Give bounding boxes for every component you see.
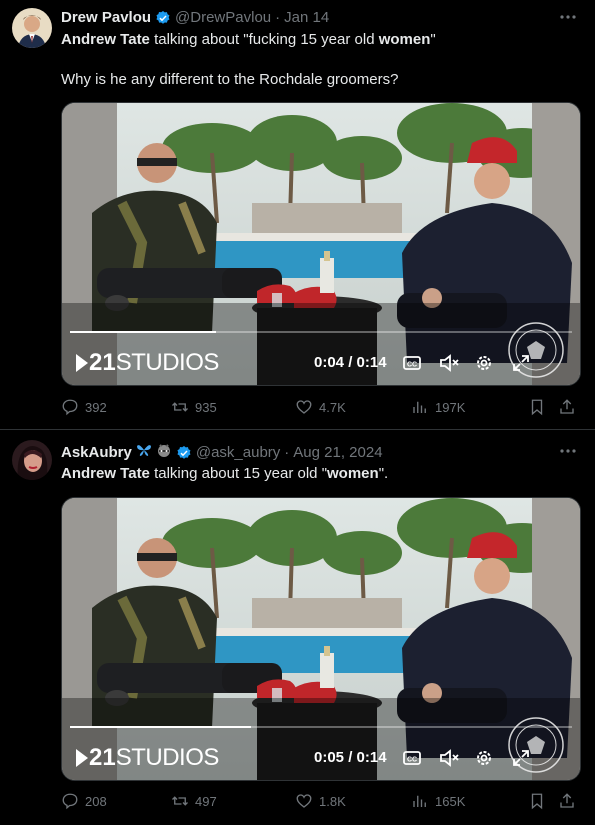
- reply-count: 392: [85, 399, 107, 415]
- video-frame: [62, 103, 580, 385]
- logo-number: 21: [89, 744, 116, 771]
- settings-icon[interactable]: [475, 749, 493, 772]
- cc-icon[interactable]: CC: [403, 355, 421, 376]
- separator-dot: ·: [275, 9, 281, 26]
- verified-badge-icon: [155, 10, 171, 26]
- video-time: 0:04 / 0:14: [314, 354, 387, 371]
- author-name[interactable]: AskAubry: [61, 444, 132, 462]
- raccoon-icon: [156, 442, 172, 463]
- tweet-text: Andrew Tate talking about 15 year old "w…: [61, 464, 581, 484]
- repost-icon: [172, 402, 188, 412]
- like-button[interactable]: 1.8K: [295, 792, 346, 810]
- video-progress-fill: [70, 726, 251, 728]
- video-progress-fill: [70, 331, 216, 333]
- repost-icon: [172, 796, 188, 806]
- mention-bold: Andrew Tate: [61, 31, 150, 48]
- tweet-actions: 208 497 1.8K 165K: [61, 792, 581, 812]
- author-handle[interactable]: @DrewPavlou: [175, 9, 271, 27]
- more-icon[interactable]: [559, 442, 577, 465]
- reply-icon: [62, 793, 78, 810]
- avatar[interactable]: [12, 8, 52, 48]
- author-handle[interactable]: @ask_aubry: [196, 444, 280, 462]
- tweet-text-line-1: Andrew Tate talking about "fucking 15 ye…: [61, 30, 581, 50]
- tweet-text-line-1: Andrew Tate talking about 15 year old "w…: [61, 464, 581, 484]
- cc-icon[interactable]: CC: [403, 750, 421, 771]
- views-button[interactable]: 165K: [411, 792, 465, 810]
- svg-text:CC: CC: [407, 757, 417, 764]
- bookmark-icon: [531, 399, 543, 416]
- reply-button[interactable]: 392: [61, 398, 107, 416]
- views-icon: [413, 401, 426, 413]
- like-icon: [296, 794, 312, 808]
- fullscreen-icon[interactable]: [512, 354, 530, 377]
- video-logo: 21 STUDIOS: [76, 744, 219, 772]
- like-count: 4.7K: [319, 399, 346, 415]
- like-icon: [296, 400, 312, 414]
- reply-icon: [62, 399, 78, 416]
- tweet-date[interactable]: Jan 14: [284, 9, 329, 27]
- views-icon: [413, 795, 426, 807]
- butterfly-icon: [136, 442, 152, 463]
- verified-badge-icon: [176, 445, 192, 461]
- mute-icon[interactable]: [439, 749, 459, 772]
- view-count: 197K: [435, 399, 466, 415]
- bookmark-button[interactable]: [528, 792, 546, 810]
- repost-button[interactable]: 497: [171, 792, 217, 810]
- tweet-text-line-2: Why is he any different to the Rochdale …: [61, 71, 399, 88]
- tweet-text: Andrew Tate talking about "fucking 15 ye…: [61, 30, 581, 90]
- author-name[interactable]: Drew Pavlou: [61, 9, 151, 27]
- share-button[interactable]: [558, 792, 576, 810]
- text-segment: talking about "fucking 15 year old: [149, 31, 379, 48]
- mute-icon[interactable]: [439, 354, 459, 377]
- tweet-date[interactable]: Aug 21, 2024: [293, 444, 382, 462]
- tweet-1[interactable]: Drew Pavlou @DrewPavlou · Jan 14 Andrew …: [0, 0, 595, 430]
- logo-text: STUDIOS: [115, 349, 220, 376]
- views-button[interactable]: 197K: [411, 398, 465, 416]
- video-player[interactable]: 21 STUDIOS 0:04 / 0:14 CC: [61, 102, 581, 386]
- separator-dot: ·: [284, 443, 290, 461]
- tweet-actions: 392 935 4.7K 197K: [61, 398, 581, 418]
- svg-text:CC: CC: [407, 362, 417, 369]
- tweet-header: Drew Pavlou @DrewPavlou · Jan 14: [61, 9, 329, 27]
- logo-number: 21: [89, 349, 116, 376]
- video-time: 0:05 / 0:14: [314, 749, 387, 766]
- like-count: 1.8K: [319, 793, 346, 809]
- video-progress-track[interactable]: [70, 331, 572, 333]
- bookmark-icon: [531, 793, 543, 810]
- fullscreen-icon[interactable]: [512, 749, 530, 772]
- view-count: 165K: [435, 793, 466, 809]
- play-icon[interactable]: [76, 749, 88, 767]
- repost-count: 497: [195, 793, 217, 809]
- reply-count: 208: [85, 793, 107, 809]
- share-icon: [560, 793, 574, 808]
- play-icon[interactable]: [76, 354, 88, 372]
- video-logo: 21 STUDIOS: [76, 349, 219, 377]
- text-segment: ": [430, 31, 436, 48]
- text-bold: women: [378, 31, 431, 48]
- share-button[interactable]: [558, 398, 576, 416]
- video-player[interactable]: 21 STUDIOS 0:05 / 0:14 CC: [61, 497, 581, 781]
- more-icon[interactable]: [559, 8, 577, 31]
- text-segment: ".: [378, 465, 389, 482]
- logo-text: STUDIOS: [115, 744, 220, 771]
- video-frame: [62, 498, 580, 780]
- tweet-2[interactable]: AskAubry @ask_aubry · Aug 21, 2024 Andre…: [0, 430, 595, 825]
- avatar[interactable]: [12, 440, 52, 480]
- reply-button[interactable]: 208: [61, 792, 107, 810]
- text-bold: women: [327, 465, 379, 482]
- video-progress-track[interactable]: [70, 726, 572, 728]
- mention-bold: Andrew Tate: [61, 465, 150, 482]
- repost-button[interactable]: 935: [171, 398, 217, 416]
- share-icon: [560, 399, 574, 414]
- tweet-header: AskAubry @ask_aubry · Aug 21, 2024: [61, 442, 383, 463]
- bookmark-button[interactable]: [528, 398, 546, 416]
- repost-count: 935: [195, 399, 217, 415]
- like-button[interactable]: 4.7K: [295, 398, 346, 416]
- settings-icon[interactable]: [475, 354, 493, 377]
- text-segment: talking about 15 year old ": [149, 465, 328, 482]
